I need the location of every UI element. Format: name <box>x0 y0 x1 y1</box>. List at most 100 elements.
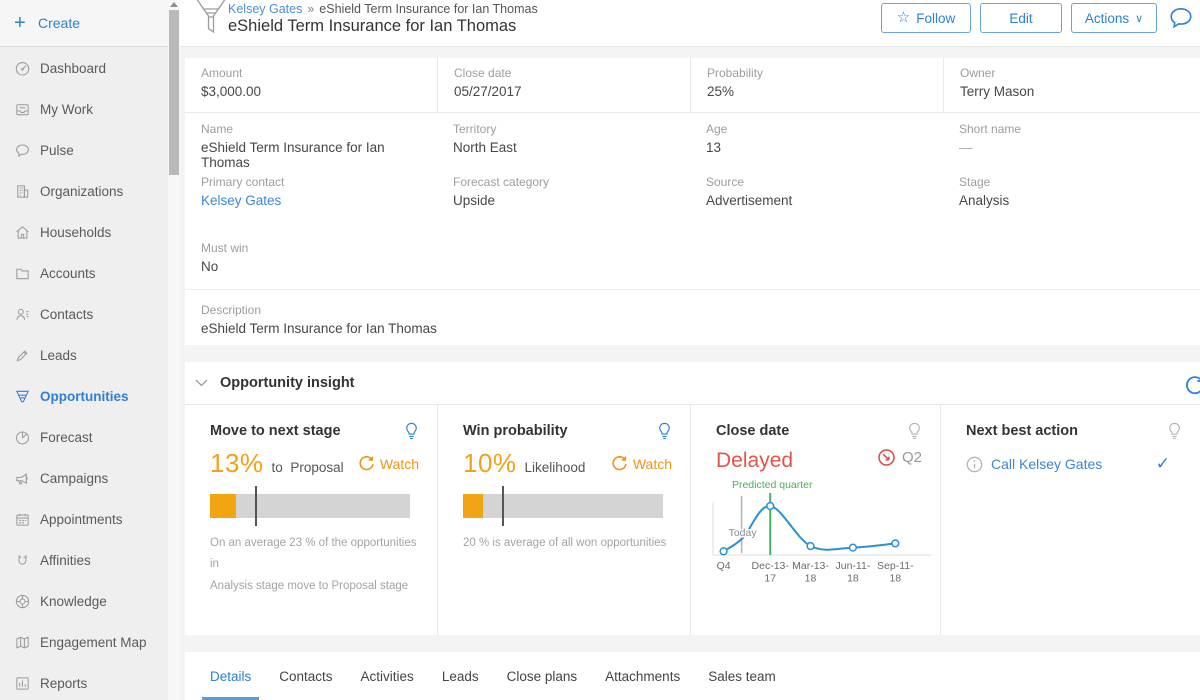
svg-text:Mar-13-: Mar-13- <box>792 560 829 572</box>
insight-header: Opportunity insight <box>185 362 1200 405</box>
sidebar-item-campaigns[interactable]: Campaigns <box>0 458 180 499</box>
sidebar-item-accounts[interactable]: Accounts <box>0 253 180 294</box>
edit-button[interactable]: Edit <box>980 3 1062 33</box>
pulse-icon <box>14 142 40 159</box>
breadcrumb: Kelsey Gates»eShield Term Insurance for … <box>228 2 538 16</box>
appointments-icon <box>14 511 40 528</box>
description-value: eShield Term Insurance for Ian Thomas <box>201 321 437 336</box>
opportunity-insight-section: Opportunity insight Move to next stage 1… <box>185 362 1200 635</box>
sidebar-item-forecast[interactable]: Forecast <box>0 417 180 458</box>
close-date-card: Close date Delayed <box>690 405 940 635</box>
lightbulb-icon[interactable] <box>907 422 922 440</box>
scroll-up-arrow-icon[interactable] <box>170 2 178 7</box>
tab-attachments[interactable]: Attachments <box>591 652 694 700</box>
watch-button[interactable]: Watch <box>611 455 672 472</box>
close-date-value: 05/27/2017 <box>454 84 680 99</box>
probability-value: 25% <box>707 84 933 99</box>
knowledge-icon <box>14 593 40 610</box>
sidebar-item-label: Pulse <box>40 143 74 158</box>
complete-check-icon[interactable]: ✓ <box>1156 454 1170 474</box>
lightbulb-icon[interactable] <box>1167 422 1182 440</box>
sidebar-item-label: Households <box>40 225 111 240</box>
create-button[interactable]: + Create <box>0 0 180 47</box>
sidebar-item-my-work[interactable]: My Work <box>0 89 180 130</box>
details-panel: Amount$3,000.00 Close date05/27/2017 Pro… <box>185 58 1200 345</box>
sidebar-item-appointments[interactable]: Appointments <box>0 499 180 540</box>
sidebar-item-label: Leads <box>40 348 77 363</box>
progress-fill <box>463 494 483 518</box>
households-icon <box>14 224 40 241</box>
chat-bubble-icon[interactable] <box>1168 5 1194 31</box>
refresh-icon[interactable] <box>1184 374 1200 396</box>
sidebar-item-label: Engagement Map <box>40 635 147 650</box>
tab-contacts[interactable]: Contacts <box>265 652 346 700</box>
card-title: Next best action <box>966 423 1078 439</box>
sidebar-item-dashboard[interactable]: Dashboard <box>0 48 180 89</box>
collapse-chevron-icon[interactable] <box>195 379 208 387</box>
breadcrumb-current: eShield Term Insurance for Ian Thomas <box>319 2 537 16</box>
lightbulb-icon[interactable] <box>404 422 419 440</box>
tab-sales-team[interactable]: Sales team <box>694 652 790 700</box>
stage-progress-bar <box>210 494 410 518</box>
lightbulb-icon[interactable] <box>657 422 672 440</box>
dashboard-icon <box>14 60 40 77</box>
sidebar-item-opportunities[interactable]: Opportunities <box>0 376 180 417</box>
sidebar-item-knowledge[interactable]: Knowledge <box>0 581 180 622</box>
sidebar-item-label: Accounts <box>40 266 96 281</box>
sidebar-item-pulse[interactable]: Pulse <box>0 130 180 171</box>
sidebar-item-label: Reports <box>40 676 87 691</box>
my-work-icon <box>14 101 40 118</box>
name-value: eShield Term Insurance for Ian Thomas <box>201 140 427 170</box>
card-title: Move to next stage <box>210 423 341 439</box>
sidebar-scrollbar[interactable] <box>168 0 180 700</box>
tab-close-plans[interactable]: Close plans <box>493 652 592 700</box>
info-icon[interactable] <box>966 456 983 473</box>
stage-percent: 13% <box>210 448 264 479</box>
sidebar-item-leads[interactable]: Leads <box>0 335 180 376</box>
opportunity-funnel-icon <box>192 0 230 42</box>
must-win-value: No <box>201 259 427 274</box>
tab-activities[interactable]: Activities <box>347 652 428 700</box>
win-progress-bar <box>463 494 663 518</box>
follow-button[interactable]: ☆ Follow <box>881 3 971 33</box>
sidebar-item-households[interactable]: Households <box>0 212 180 253</box>
scrollbar-thumb[interactable] <box>169 10 179 175</box>
win-probability-card: Win probability 10% Likelihood Watch <box>437 405 690 635</box>
opportunities-icon <box>14 388 40 405</box>
svg-text:18: 18 <box>847 573 859 585</box>
next-action-link[interactable]: Call Kelsey Gates <box>991 456 1102 472</box>
primary-contact-link[interactable]: Kelsey Gates <box>201 193 427 208</box>
actions-button[interactable]: Actions ∨ <box>1071 3 1157 33</box>
watch-button[interactable]: Watch <box>358 455 419 472</box>
sidebar-item-label: Opportunities <box>40 389 129 404</box>
leads-icon <box>14 347 40 364</box>
star-icon: ☆ <box>897 8 910 26</box>
field-label: Close date <box>454 66 680 80</box>
sidebar-item-reports[interactable]: Reports <box>0 663 180 700</box>
sidebar-item-engagement-map[interactable]: Engagement Map <box>0 622 180 663</box>
short-name-value: — <box>959 140 1190 155</box>
watch-icon <box>358 455 375 472</box>
forecast-icon <box>14 429 40 446</box>
insight-cards: Move to next stage 13% to Proposal Watch <box>185 405 1200 635</box>
sidebar-item-label: Affinities <box>40 553 91 568</box>
source-value: Advertisement <box>706 193 933 208</box>
plus-icon: + <box>14 12 38 35</box>
rescheduled-icon[interactable] <box>877 448 896 467</box>
svg-text:Jun-11-: Jun-11- <box>836 560 871 572</box>
sidebar: + Create DashboardMy Work Pulse Organizati… <box>0 0 180 700</box>
sidebar-item-organizations[interactable]: Organizations <box>0 171 180 212</box>
next-best-action-card: Next best action Call Kelsey Gates ✓ <box>940 405 1200 635</box>
breadcrumb-parent-link[interactable]: Kelsey Gates <box>228 2 302 16</box>
card-title: Win probability <box>463 423 568 439</box>
page-header: Kelsey Gates»eShield Term Insurance for … <box>180 0 1200 47</box>
description-row: DescriptioneShield Term Insurance for Ia… <box>185 295 1200 336</box>
watch-icon <box>611 455 628 472</box>
sidebar-item-contacts[interactable]: Contacts <box>0 294 180 335</box>
sidebar-item-affinities[interactable]: Affinities <box>0 540 180 581</box>
chevron-down-icon: ∨ <box>1135 12 1143 25</box>
tab-details[interactable]: Details <box>196 652 265 700</box>
card-title: Close date <box>716 423 789 439</box>
tab-leads[interactable]: Leads <box>428 652 493 700</box>
fields-row-3: Primary contactKelsey Gates Forecast cat… <box>185 167 1200 220</box>
